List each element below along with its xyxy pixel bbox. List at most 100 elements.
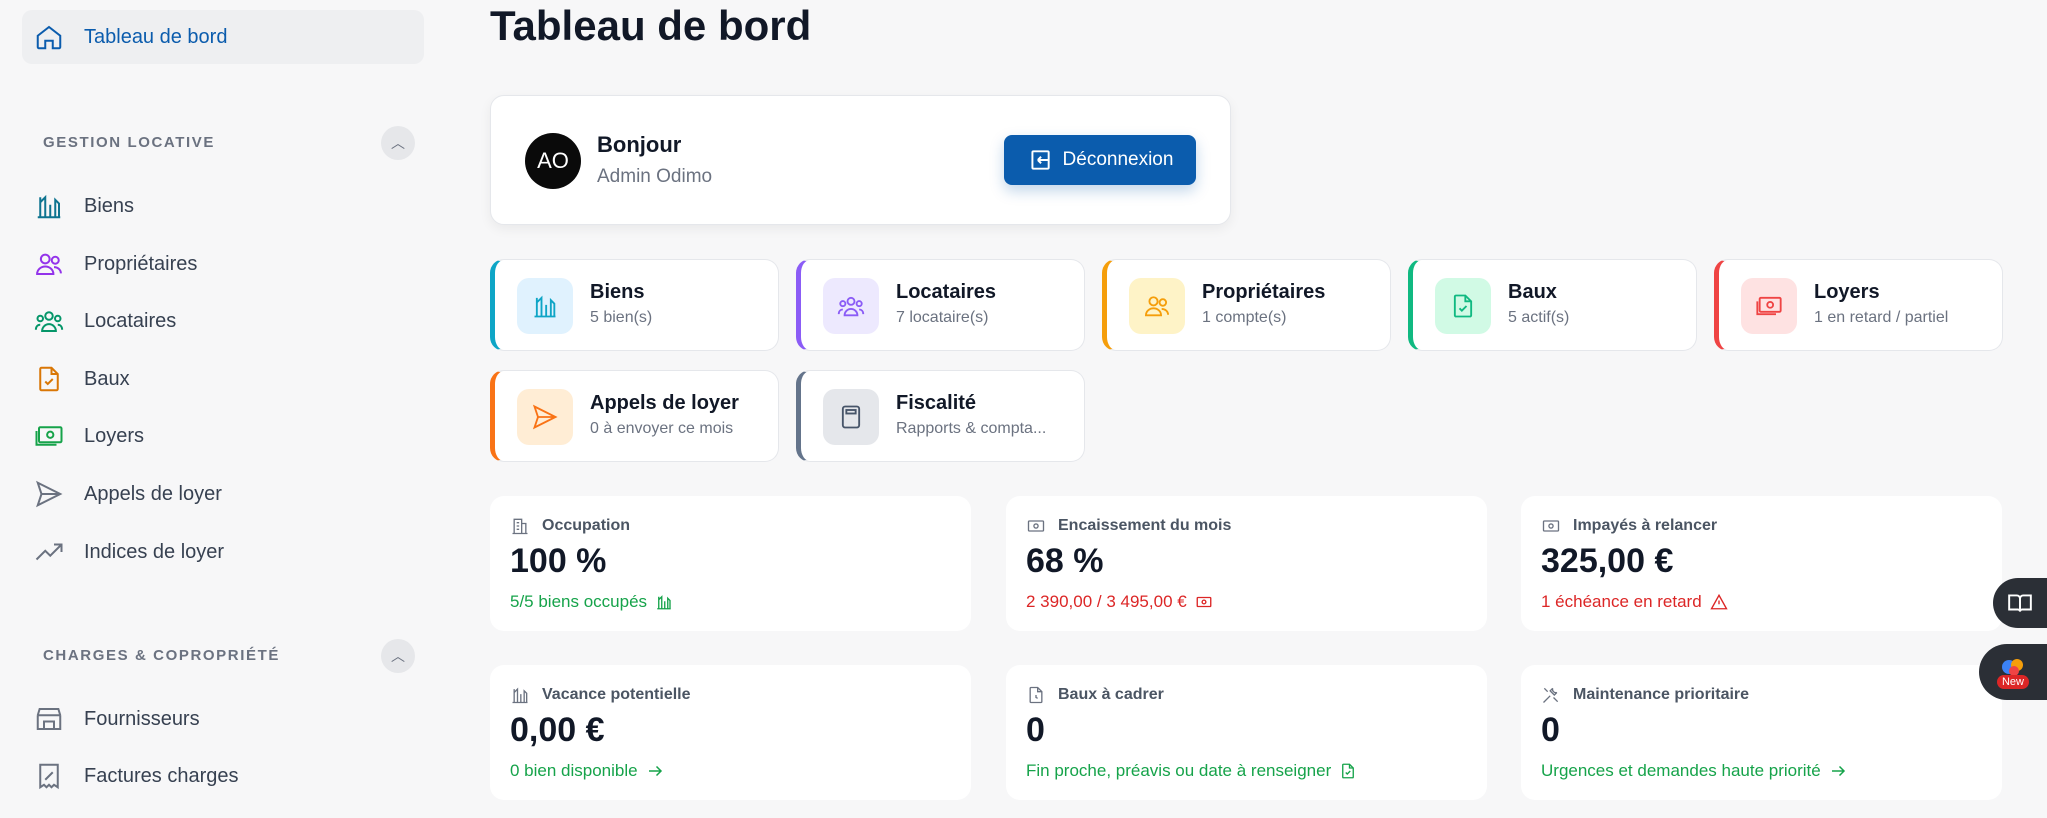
- tools-icon: [1543, 687, 1559, 703]
- alert-triangle-icon: [1710, 593, 1728, 610]
- sidebar-item-label: Loyers: [84, 424, 145, 447]
- building-chart-icon: [37, 194, 61, 219]
- tile-fiscalite[interactable]: Fiscalité Rapports & compta...: [796, 370, 1085, 462]
- stat-footer: 2 390,00 / 3 495,00 €: [1026, 592, 1213, 612]
- sidebar-item-label: Indices de loyer: [84, 540, 225, 563]
- sidebar-item-baux[interactable]: Baux: [22, 352, 424, 406]
- banknote-icon: [1196, 596, 1212, 608]
- book-open-icon: [2008, 594, 2032, 612]
- stat-foot-text: 5/5 biens occupés: [510, 592, 648, 611]
- logout-button[interactable]: Déconnexion: [1004, 135, 1196, 185]
- sidebar-item-fournisseurs[interactable]: Fournisseurs: [22, 692, 424, 746]
- stat-card-encaissement: Encaissement du mois 68 % 2 390,00 / 3 4…: [1006, 496, 1487, 631]
- banknote-icon: [35, 426, 63, 446]
- user-name: Admin Odimo: [597, 166, 713, 187]
- stat-label: Maintenance prioritaire: [1573, 686, 1750, 703]
- tile-icon-box: [517, 278, 573, 334]
- stat-header: Impayés à relancer: [1541, 516, 1717, 536]
- tile-title: Loyers: [1814, 281, 1880, 303]
- stat-card-vacance: Vacance potentielle 0,00 € 0 bien dispon…: [490, 665, 971, 800]
- banknote-icon: [1027, 520, 1045, 532]
- stat-card-baux-a-cadrer: Baux à cadrer 0 Fin proche, préavis ou d…: [1006, 665, 1487, 800]
- stat-header: Maintenance prioritaire: [1541, 685, 1749, 705]
- building-chart-icon: [657, 595, 671, 610]
- sidebar-item-label: Propriétaires: [84, 252, 198, 275]
- logout-icon: [1030, 150, 1050, 170]
- sidebar-item-dashboard[interactable]: Tableau de bord: [22, 10, 424, 64]
- tile-title: Fiscalité: [896, 392, 977, 414]
- sidebar-item-label: Appels de loyer: [84, 482, 222, 505]
- stat-footer: 1 échéance en retard: [1541, 592, 1728, 612]
- tile-title: Biens: [590, 281, 645, 303]
- tile-subtitle: 7 locataire(s): [896, 309, 989, 326]
- tile-appels-de-loyer[interactable]: Appels de loyer 0 à envoyer ce mois: [490, 370, 779, 462]
- stat-value: 68 %: [1026, 542, 1104, 580]
- sidebar-item-label: Locataires: [84, 309, 177, 332]
- tile-loyers[interactable]: Loyers 1 en retard / partiel: [1714, 259, 2003, 351]
- tile-proprietaires[interactable]: Propriétaires 1 compte(s): [1102, 259, 1391, 351]
- sidebar-item-factures-charges[interactable]: Factures charges: [22, 749, 424, 803]
- building-chart-icon: [534, 295, 556, 318]
- sidebar-item-proprietaires[interactable]: Propriétaires: [22, 237, 424, 291]
- send-icon: [36, 480, 63, 508]
- users-group-icon: [34, 311, 64, 332]
- stat-footer: 5/5 biens occupés: [510, 592, 673, 612]
- file-check-icon: [1453, 294, 1473, 318]
- trending-up-icon: [35, 543, 63, 561]
- tile-subtitle: 0 à envoyer ce mois: [590, 420, 734, 437]
- section-title-gestion-locative: GESTION LOCATIVE: [43, 134, 215, 151]
- store-icon: [36, 708, 62, 730]
- calculator-icon: [841, 405, 861, 429]
- sidebar-item-indices-de-loyer[interactable]: Indices de loyer: [22, 525, 424, 579]
- tile-baux[interactable]: Baux 5 actif(s): [1408, 259, 1697, 351]
- stat-card-maintenance: Maintenance prioritaire 0 Urgences et de…: [1521, 665, 2002, 800]
- tile-title: Propriétaires: [1202, 281, 1326, 303]
- collapse-charges-button[interactable]: ︿: [381, 639, 415, 673]
- tile-icon-box: [517, 389, 573, 445]
- building-chart-icon: [512, 687, 528, 704]
- send-icon: [532, 404, 558, 430]
- banknote-icon: [1542, 520, 1560, 532]
- tile-subtitle: 1 compte(s): [1202, 309, 1287, 326]
- stat-label: Vacance potentielle: [542, 686, 691, 703]
- home-icon: [36, 25, 62, 50]
- stat-value: 325,00 €: [1541, 542, 1674, 580]
- page-title: Tableau de bord: [490, 2, 812, 49]
- sidebar-item-label: Baux: [84, 367, 130, 390]
- stat-value: 0: [1541, 711, 1560, 749]
- collapse-gestion-button[interactable]: ︿: [381, 126, 415, 160]
- sidebar-item-appels-de-loyer[interactable]: Appels de loyer: [22, 467, 424, 521]
- stat-link[interactable]: 0 bien disponible: [510, 761, 664, 781]
- chevron-up-icon: ︿: [391, 648, 405, 664]
- section-title-charges: CHARGES & COPROPRIÉTÉ: [43, 647, 280, 664]
- tile-biens[interactable]: Biens 5 bien(s): [490, 259, 779, 351]
- stat-foot-text: 0 bien disponible: [510, 761, 638, 780]
- tile-locataires[interactable]: Locataires 7 locataire(s): [796, 259, 1085, 351]
- tile-icon-box: [823, 389, 879, 445]
- banknote-icon: [1756, 296, 1782, 316]
- stat-link[interactable]: Fin proche, préavis ou date à renseigner: [1026, 761, 1357, 781]
- arrow-right-icon: [1831, 765, 1845, 777]
- new-feature-widget-button[interactable]: New: [1979, 644, 2047, 700]
- avatar: AO: [525, 133, 581, 189]
- stat-link[interactable]: Urgences et demandes haute priorité: [1541, 761, 1847, 781]
- users-icon: [1144, 296, 1170, 317]
- sidebar-item-loyers[interactable]: Loyers: [22, 409, 424, 463]
- tile-subtitle: Rapports & compta...: [896, 420, 1047, 437]
- stat-value: 0,00 €: [510, 711, 605, 749]
- sidebar-item-label: Fournisseurs: [84, 707, 200, 730]
- sidebar-item-label: Biens: [84, 194, 135, 217]
- stat-value: 0: [1026, 711, 1045, 749]
- tile-icon-box: [1435, 278, 1491, 334]
- stat-header: Vacance potentielle: [510, 685, 691, 705]
- file-check-icon: [39, 366, 59, 392]
- sidebar-item-biens[interactable]: Biens: [22, 179, 424, 233]
- stat-header: Baux à cadrer: [1026, 685, 1164, 705]
- sidebar-item-locataires[interactable]: Locataires: [22, 294, 424, 348]
- tile-subtitle: 1 en retard / partiel: [1814, 309, 1949, 326]
- users-group-icon: [837, 296, 865, 317]
- tile-title: Locataires: [896, 281, 997, 303]
- docs-widget-button[interactable]: [1993, 578, 2047, 628]
- sidebar-item-label: Tableau de bord: [84, 25, 228, 48]
- stat-foot-text: 1 échéance en retard: [1541, 592, 1702, 611]
